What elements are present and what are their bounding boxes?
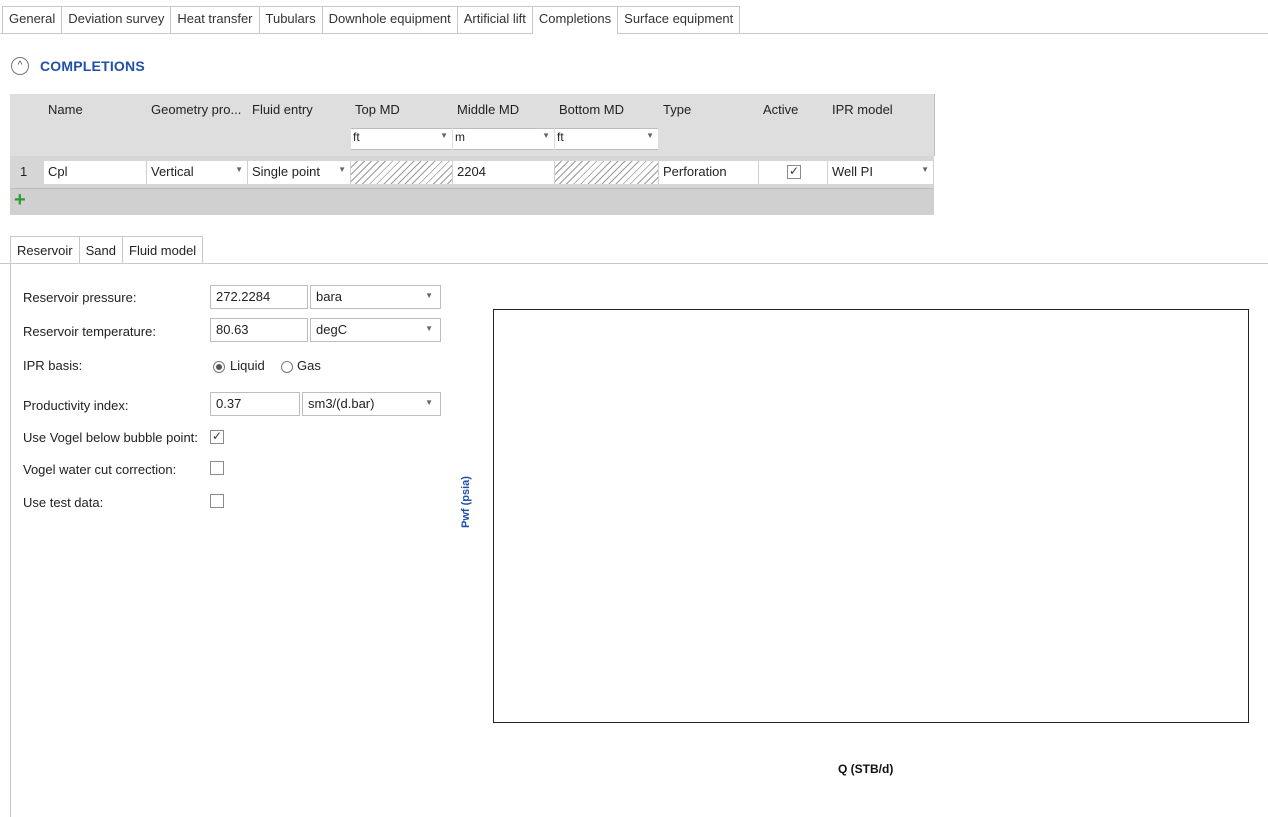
- dropdown-arrow-icon: ▼: [425, 398, 433, 407]
- reservoir-pressure-input[interactable]: 272.2284: [210, 285, 308, 309]
- top-tab-bar: General Deviation survey Heat transfer T…: [2, 6, 741, 34]
- column-header-bottom-md[interactable]: Bottom MD ft ▼: [555, 94, 660, 156]
- dropdown-arrow-icon: ▼: [646, 131, 654, 140]
- tab-tubulars[interactable]: Tubulars: [258, 6, 323, 33]
- panel-border: [10, 263, 11, 817]
- dropdown-arrow-icon: ▼: [542, 131, 550, 140]
- use-test-data-checkbox[interactable]: [210, 494, 224, 508]
- liquid-radio-label: Liquid: [230, 358, 265, 373]
- dropdown-arrow-icon: ▼: [921, 165, 929, 174]
- top-md-unit-select[interactable]: ft ▼: [351, 128, 452, 150]
- dropdown-arrow-icon: ▼: [425, 291, 433, 300]
- cell-type: Perforation: [659, 161, 759, 184]
- tab-artificial-lift[interactable]: Artificial lift: [456, 6, 533, 33]
- row-number: 1: [10, 161, 34, 184]
- reservoir-pressure-label: Reservoir pressure:: [23, 290, 137, 305]
- tab-general[interactable]: General: [2, 6, 63, 33]
- reservoir-pressure-unit-select[interactable]: bara ▼: [310, 285, 441, 309]
- reservoir-temperature-input[interactable]: 80.63: [210, 318, 308, 342]
- column-header-ipr-model[interactable]: IPR model: [828, 94, 935, 156]
- column-header-top-md[interactable]: Top MD ft ▼: [351, 94, 454, 156]
- tab-heat-transfer[interactable]: Heat transfer: [170, 6, 260, 33]
- use-vogel-checkbox[interactable]: ✓: [210, 430, 224, 444]
- dropdown-arrow-icon: ▼: [440, 131, 448, 140]
- liquid-radio[interactable]: [213, 361, 225, 373]
- sub-tab-bar: Reservoir Sand Fluid model: [10, 236, 204, 264]
- tab-completions[interactable]: Completions: [531, 6, 619, 34]
- cell-bottom-md-disabled: [555, 161, 659, 184]
- cell-active: ✓: [759, 161, 828, 184]
- ipr-plot-area: [493, 309, 1249, 723]
- productivity-index-input[interactable]: 0.37: [210, 392, 300, 416]
- productivity-index-unit-select[interactable]: sm3/(d.bar) ▼: [302, 392, 441, 416]
- ipr-basis-label: IPR basis:: [23, 358, 83, 373]
- cell-geometry-select[interactable]: Vertical ▼: [147, 161, 248, 184]
- cell-middle-md[interactable]: 2204: [453, 161, 555, 184]
- plus-icon[interactable]: +: [14, 190, 26, 210]
- bottom-md-unit-select[interactable]: ft ▼: [555, 128, 658, 150]
- column-header-middle-md[interactable]: Middle MD m ▼: [453, 94, 556, 156]
- tab-fluid-model[interactable]: Fluid model: [122, 236, 204, 264]
- vogel-water-cut-checkbox[interactable]: [210, 461, 224, 475]
- productivity-index-label: Productivity index:: [23, 398, 129, 413]
- active-checkbox[interactable]: ✓: [787, 165, 801, 179]
- sub-tab-divider: [0, 263, 1268, 264]
- y-axis-label: Pwf (psia): [460, 476, 472, 528]
- tab-deviation-survey[interactable]: Deviation survey: [61, 6, 172, 33]
- add-row-bar: [10, 188, 934, 215]
- tab-reservoir[interactable]: Reservoir: [10, 236, 80, 264]
- column-header-fluid-entry[interactable]: Fluid entry: [248, 94, 352, 156]
- section-title: COMPLETIONS: [40, 58, 145, 74]
- tab-downhole-equipment[interactable]: Downhole equipment: [321, 6, 458, 33]
- dropdown-arrow-icon: ▼: [235, 165, 243, 174]
- cell-name[interactable]: Cpl: [44, 161, 147, 184]
- use-vogel-label: Use Vogel below bubble point:: [23, 430, 198, 445]
- tab-surface-equipment[interactable]: Surface equipment: [617, 6, 741, 33]
- grid-corner: [10, 94, 45, 156]
- column-header-name[interactable]: Name: [44, 94, 148, 156]
- dropdown-arrow-icon: ▼: [425, 324, 433, 333]
- column-header-geometry[interactable]: Geometry pro...: [147, 94, 249, 156]
- cell-fluid-entry-select[interactable]: Single point ▼: [248, 161, 351, 184]
- dropdown-arrow-icon: ▼: [338, 165, 346, 174]
- reservoir-temperature-unit-select[interactable]: degC ▼: [310, 318, 441, 342]
- middle-md-unit-select[interactable]: m ▼: [453, 128, 554, 150]
- column-header-type[interactable]: Type: [659, 94, 760, 156]
- reservoir-temperature-label: Reservoir temperature:: [23, 324, 156, 339]
- gas-radio-label: Gas: [297, 358, 321, 373]
- use-test-data-label: Use test data:: [23, 495, 104, 510]
- vogel-water-cut-label: Vogel water cut correction:: [23, 462, 177, 477]
- x-axis-label: Q (STB/d): [838, 762, 894, 776]
- cell-ipr-model-select[interactable]: Well PI ▼: [828, 161, 934, 184]
- tab-divider: [0, 33, 1268, 34]
- tab-sand[interactable]: Sand: [78, 236, 123, 264]
- cell-top-md-disabled: [351, 161, 453, 184]
- column-header-active[interactable]: Active: [759, 94, 829, 156]
- gas-radio[interactable]: [281, 361, 293, 373]
- chevron-up-icon[interactable]: ^: [11, 57, 29, 75]
